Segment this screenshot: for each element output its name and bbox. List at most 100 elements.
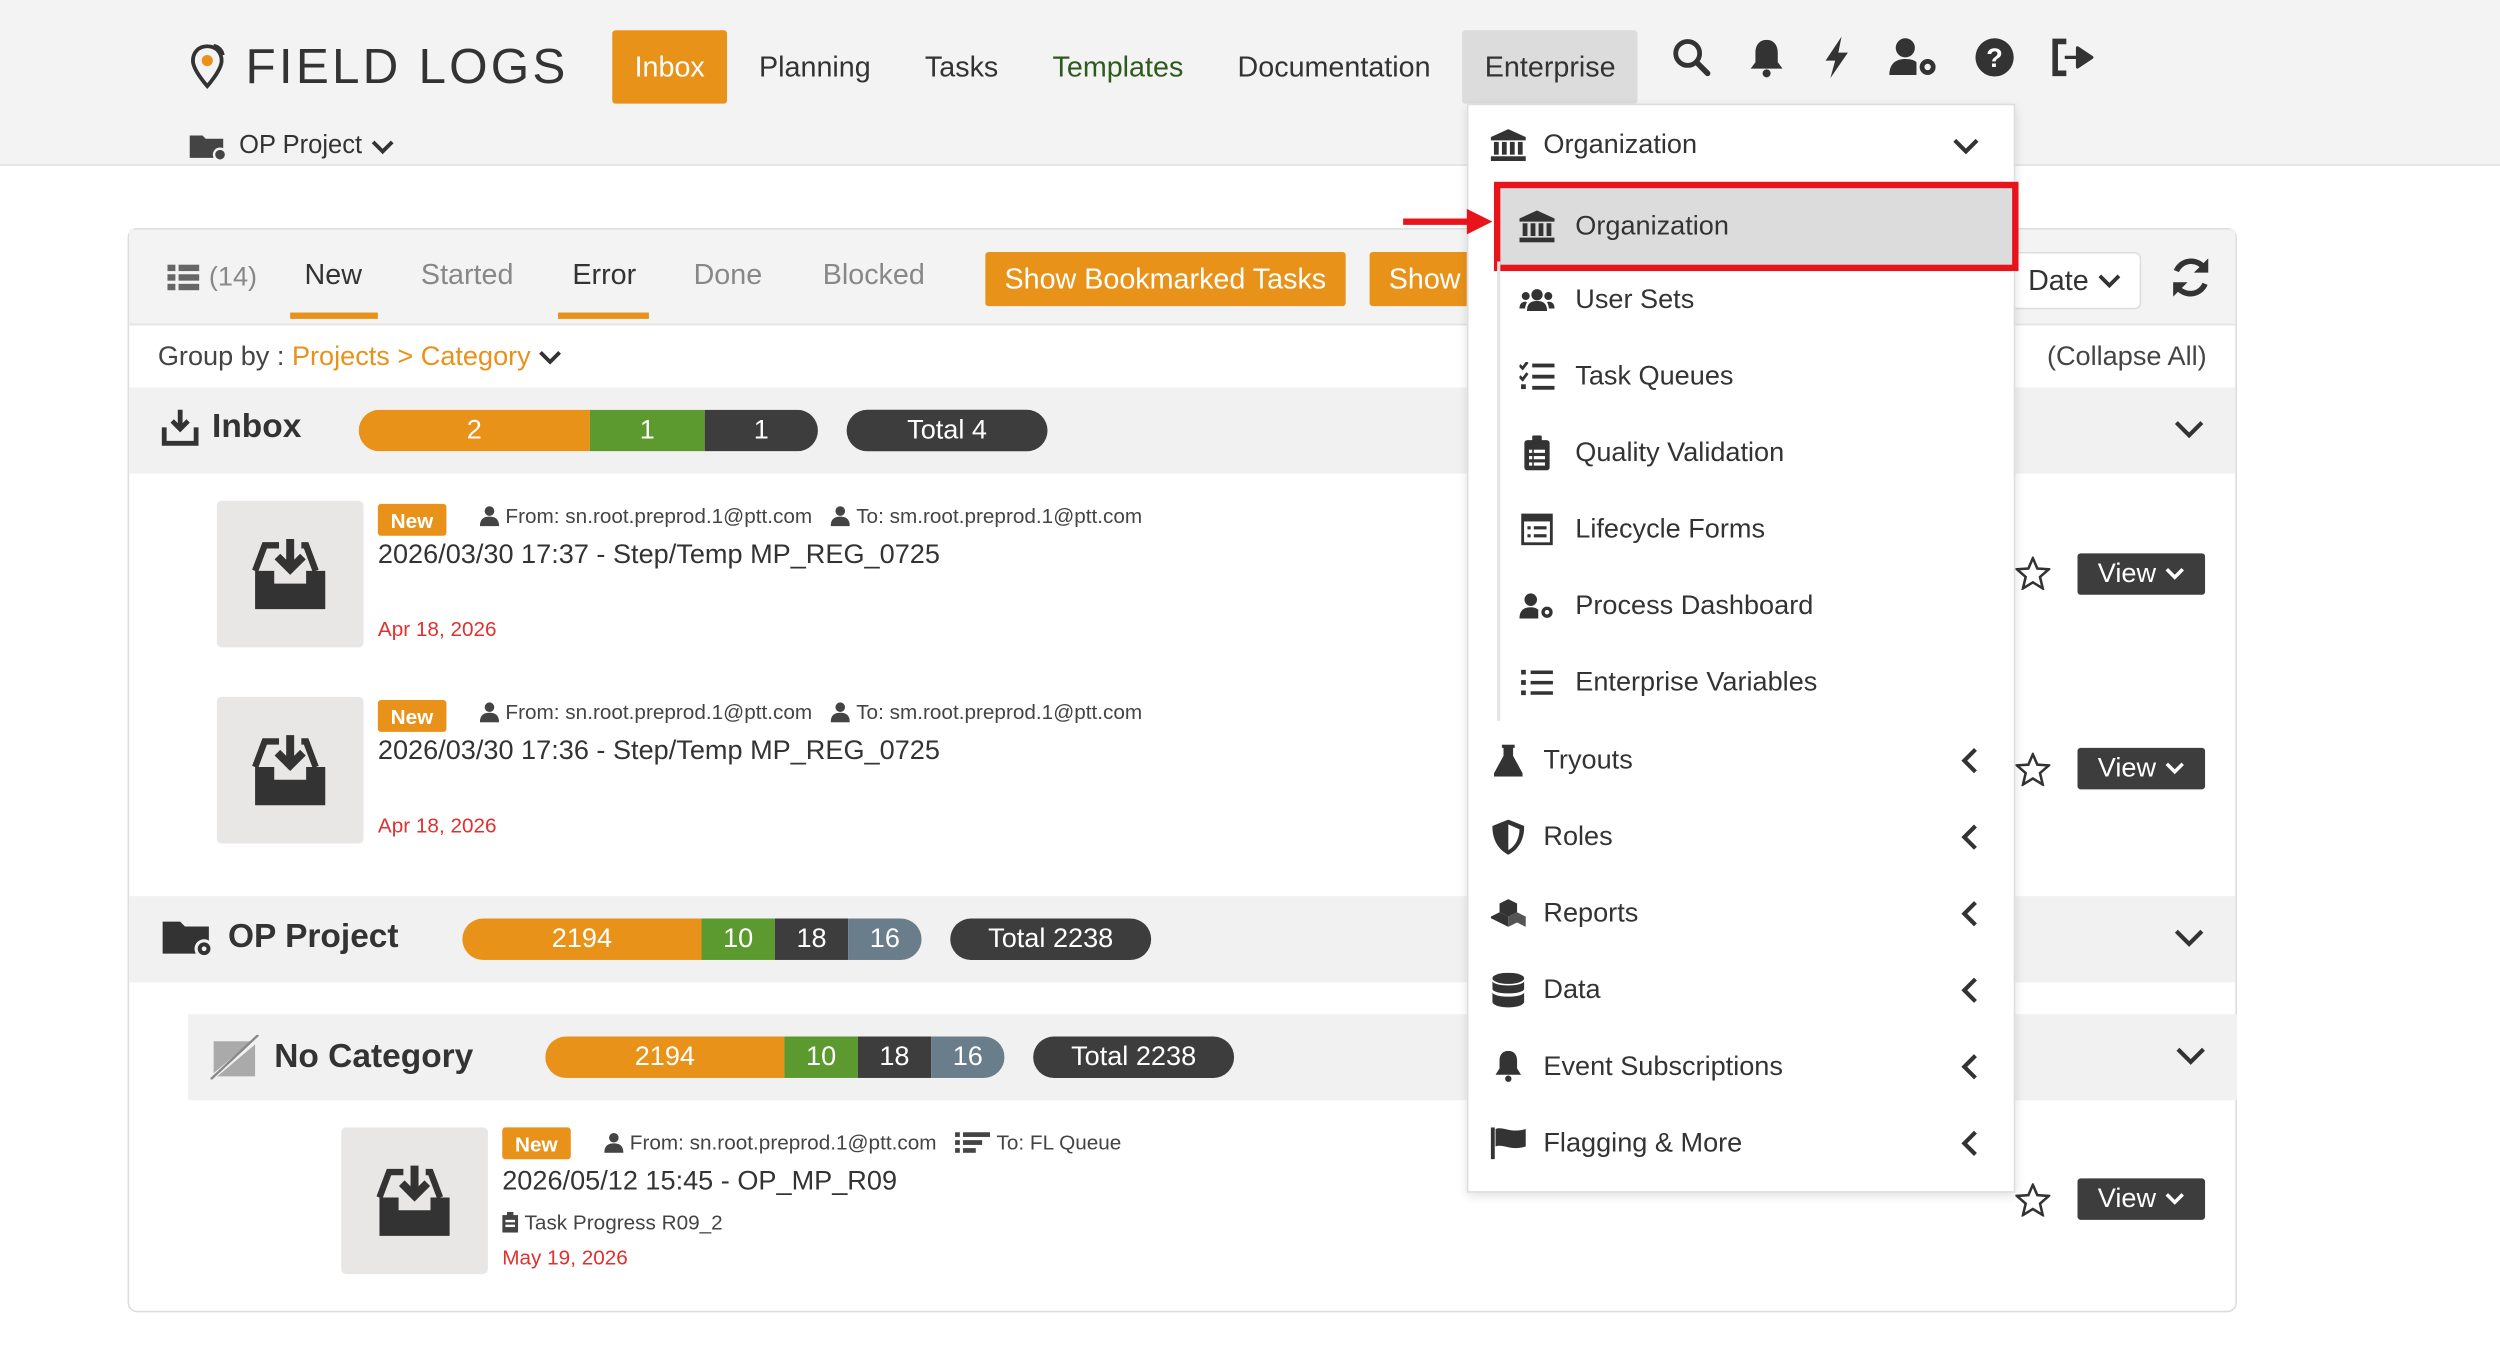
task-from: From: sn.root.preprod.1@ptt.com <box>479 503 813 528</box>
help-icon[interactable]: ? <box>1974 37 2015 78</box>
sort-select[interactable]: Date <box>2010 251 2142 310</box>
nav-inbox[interactable]: Inbox <box>612 30 728 104</box>
chevron-down-icon[interactable] <box>2174 928 2204 947</box>
task-title[interactable]: 2026/03/30 17:37 - Step/Temp MP_REG_0725 <box>378 539 940 571</box>
bar-segment-new: 2194 <box>545 1036 785 1078</box>
menu-group-organization[interactable]: Organization <box>1468 107 2013 184</box>
menu-group-label: Flagging & More <box>1543 1127 1743 1158</box>
chevron-down-icon[interactable] <box>2176 1046 2205 1065</box>
group-by-value: Projects > Category <box>291 341 531 372</box>
nav-templates[interactable]: Templates <box>1030 30 1205 103</box>
task-title[interactable]: 2026/03/30 17:36 - Step/Temp MP_REG_0725 <box>378 735 940 767</box>
nav-documentation[interactable]: Documentation <box>1215 30 1453 103</box>
chevron-left-icon <box>1961 1054 1977 1080</box>
menu-group-label: Reports <box>1543 897 1639 929</box>
menu-group-data[interactable]: Data <box>1468 952 2013 1029</box>
group-by-prefix: Group by : <box>157 341 292 372</box>
bar-segment-started: 10 <box>701 918 775 960</box>
tab-new-underline <box>290 312 378 319</box>
menu-item-task-queues[interactable]: Task Queues <box>1497 338 2015 415</box>
app-screen: FIELD LOGS OP Project Inbox Planning Tas… <box>0 0 2500 1365</box>
chevron-down-icon[interactable] <box>2174 419 2204 439</box>
menu-item-process-dashboard[interactable]: Process Dashboard <box>1497 567 2015 645</box>
view-button[interactable]: View <box>2077 747 2206 790</box>
menu-group-tryouts[interactable]: Tryouts <box>1468 722 2013 799</box>
menu-group-label: Tryouts <box>1543 744 1633 775</box>
list-view-toggle[interactable]: (14) <box>167 262 257 294</box>
chevron-down-icon <box>2165 568 2185 580</box>
bar-segment-error: 18 <box>857 1036 932 1078</box>
bar-segment-error: 18 <box>774 918 849 960</box>
menu-item-organization[interactable]: Organization <box>1493 181 2019 272</box>
view-button[interactable]: View <box>2077 1178 2206 1220</box>
bell-icon <box>1491 1050 1526 1083</box>
collapse-all-link[interactable]: (Collapse All) <box>2047 341 2207 373</box>
tab-blocked[interactable]: Blocked <box>823 258 925 291</box>
bar-segment-error: 1 <box>704 409 818 452</box>
menu-item-label: Quality Validation <box>1575 436 1785 468</box>
task-title[interactable]: 2026/05/12 15:45 - OP_MP_R09 <box>502 1166 897 1198</box>
menu-item-enterprise-variables[interactable]: Enterprise Variables <box>1497 644 2015 721</box>
menu-group-label: Organization <box>1543 129 1698 160</box>
inbox-tray-icon <box>252 735 326 806</box>
cubes-icon <box>1490 898 1526 930</box>
chevron-down-icon <box>2098 274 2121 289</box>
menu-item-label: Process Dashboard <box>1575 590 1814 621</box>
view-button[interactable]: View <box>2077 553 2206 595</box>
sort-label: Date <box>2028 263 2089 296</box>
task-to: To: sm.root.preprod.1@ptt.com <box>830 700 1142 724</box>
tab-new[interactable]: New <box>305 258 362 291</box>
clipboard-icon <box>502 1211 519 1233</box>
tab-error[interactable]: Error <box>572 258 636 291</box>
menu-item-quality-validation[interactable]: Quality Validation <box>1497 414 2015 492</box>
bell-icon[interactable] <box>1747 37 1785 78</box>
task-thumbnail <box>341 1127 488 1275</box>
menu-item-label: User Sets <box>1575 283 1695 315</box>
logout-icon[interactable] <box>2050 38 2095 77</box>
menu-group-reports[interactable]: Reports <box>1468 875 2013 952</box>
list-icon <box>1519 669 1554 696</box>
users-icon <box>1519 285 1555 314</box>
category-title-text: No Category <box>274 1038 474 1075</box>
nav-planning[interactable]: Planning <box>737 30 893 103</box>
header-icons: ? <box>1671 35 2095 80</box>
refresh-icon[interactable] <box>2167 254 2215 302</box>
logo-text: FIELD LOGS <box>245 38 569 95</box>
bookmark-star-icon[interactable] <box>2015 1183 2051 1217</box>
bookmark-star-icon[interactable] <box>2015 752 2051 787</box>
menu-group-roles[interactable]: Roles <box>1468 799 2013 876</box>
menu-item-lifecycle-forms[interactable]: Lifecycle Forms <box>1497 491 2015 568</box>
menu-group-flagging-more[interactable]: Flagging & More <box>1468 1105 2013 1182</box>
task-thumbnail <box>216 696 364 844</box>
chevron-left-icon <box>1961 824 1977 850</box>
bolt-icon[interactable] <box>1821 35 1853 80</box>
menu-group-event-subscriptions[interactable]: Event Subscriptions <box>1468 1029 2013 1106</box>
user-icon <box>830 506 850 527</box>
nav-enterprise[interactable]: Enterprise <box>1462 30 1638 104</box>
chevron-down-icon <box>2165 762 2185 775</box>
search-icon[interactable] <box>1671 37 1712 78</box>
user-gear-icon[interactable] <box>1888 37 1939 78</box>
logo-pin-icon <box>191 44 225 89</box>
tab-done[interactable]: Done <box>694 258 763 291</box>
task-from-text: From: sn.root.preprod.1@ptt.com <box>505 503 813 528</box>
list-icon <box>167 264 200 291</box>
bookmark-star-icon[interactable] <box>2015 556 2051 591</box>
nav-tasks[interactable]: Tasks <box>903 30 1021 103</box>
task-date: Apr 18, 2026 <box>377 617 497 642</box>
logo[interactable]: FIELD LOGS <box>188 38 568 95</box>
category-progress-bar: 2194 10 18 16 <box>545 1036 1005 1078</box>
project-selector[interactable]: OP Project <box>188 131 394 163</box>
flask-icon <box>1491 744 1526 777</box>
menu-group-label: Data <box>1543 974 1601 1005</box>
bar-segment-new: 2 <box>358 409 590 452</box>
task-date: May 19, 2026 <box>502 1245 628 1270</box>
view-button-label: View <box>2097 752 2157 783</box>
show-button[interactable]: Show <box>1369 251 1480 307</box>
view-button-label: View <box>2097 1183 2157 1214</box>
tab-started[interactable]: Started <box>421 258 514 291</box>
menu-group-label: Roles <box>1543 821 1613 852</box>
group-by-control[interactable]: Group by : Projects > Category <box>158 341 561 373</box>
show-bookmarked-button[interactable]: Show Bookmarked Tasks <box>985 251 1346 307</box>
menu-item-user-sets[interactable]: User Sets <box>1497 261 2015 339</box>
